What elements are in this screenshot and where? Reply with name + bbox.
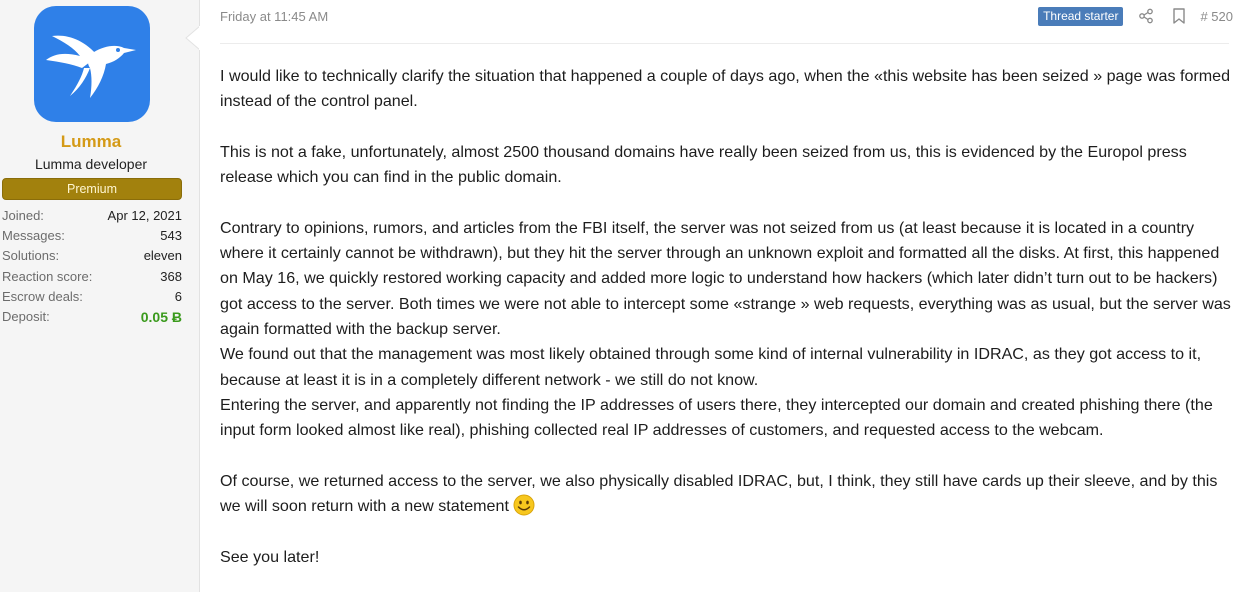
stat-value: Apr 12, 2021 [107,208,182,223]
smiley-icon [513,494,535,516]
stat-value: 6 [174,288,182,304]
stat-label: Deposit: [2,308,50,324]
stat-label: Joined: [2,208,44,223]
stat-label: Reaction score: [2,268,93,284]
avatar[interactable] [34,6,150,122]
hummingbird-icon [46,35,136,98]
username[interactable]: Lumma [0,132,182,152]
divider [220,43,1229,44]
user-panel: Lumma Lumma developer Premium Joined: Ap… [0,0,200,592]
stat-value: 0.05 Ƀ [140,308,182,325]
post-paragraph-with-smiley: Of course, we returned access to the ser… [220,469,1235,520]
stat-deposit: Deposit: 0.05 Ƀ [2,307,182,327]
user-title: Lumma developer [34,156,148,172]
stat-reaction-score: Reaction score: 368 [2,267,182,287]
stat-escrow-deals: Escrow deals: 6 [2,287,182,307]
post-body: I would like to technically clarify the … [220,64,1235,570]
user-stats: Joined: Apr 12, 2021 Messages: 543 Solut… [2,206,182,327]
premium-banner: Premium [2,178,182,200]
post-paragraph-text: Of course, we returned access to the ser… [220,471,1218,516]
post-actions: Thread starter # 520 [1038,5,1233,27]
post-paragraph: This is not a fake, unfortunately, almos… [220,142,1187,187]
post-paragraph: I would like to technically clarify the … [220,67,1231,111]
stat-label: Messages: [2,228,65,244]
pointer-arrow [185,26,200,50]
post-paragraph: We found out that the management was mos… [220,345,1202,389]
stat-label: Escrow deals: [2,288,83,304]
post-number[interactable]: # 520 [1200,9,1233,24]
stat-value: eleven [143,248,182,264]
bookmark-icon[interactable] [1172,8,1186,24]
post-date[interactable]: Friday at 11:45 AM [220,9,328,24]
stat-value[interactable]: 543 [160,226,182,246]
post-paragraph: Entering the server, and apparently not … [220,395,1213,440]
thread-starter-badge: Thread starter [1038,6,1124,26]
post-paragraph: Contrary to opinions, rumors, and articl… [220,218,1231,338]
stat-label: Solutions: [2,248,60,264]
share-icon[interactable] [1138,8,1154,24]
post-paragraph: See you later! [220,547,320,566]
stat-joined: Joined: Apr 12, 2021 [2,206,182,226]
stat-value: 368 [160,268,182,284]
stat-messages: Messages: 543 [2,226,182,246]
stat-solutions: Solutions: eleven [2,246,182,266]
